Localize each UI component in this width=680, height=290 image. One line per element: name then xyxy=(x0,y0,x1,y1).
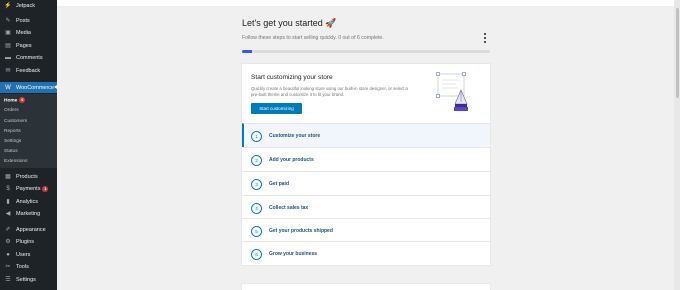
step-number: 4 xyxy=(251,202,262,214)
sidebar-item-label: Jetpack xyxy=(16,2,35,9)
plugin-icon: ⚙ xyxy=(5,238,11,245)
sidebar-item-label: Posts xyxy=(16,17,30,24)
task-item-get-paid[interactable]: 3 Get paid xyxy=(242,171,490,195)
sidebar-item-settings[interactable]: ☰ Settings xyxy=(0,274,57,285)
hero-title: Start customizing your store xyxy=(251,74,333,81)
sidebar-item-label: Appearance xyxy=(16,226,46,233)
feedback-icon: ✉ xyxy=(5,67,11,74)
start-customizing-button[interactable]: Start customizing xyxy=(251,103,302,114)
megaphone-icon: ◀ xyxy=(5,210,11,217)
secondary-card xyxy=(242,284,490,290)
page-title: Let's get you started 🚀 xyxy=(242,18,337,28)
task-label: Add your products xyxy=(269,157,314,163)
sidebar-item-jetpack[interactable]: ⚡ Jetpack xyxy=(0,0,57,11)
jetpack-icon: ⚡ xyxy=(4,2,12,9)
submenu-item-home[interactable]: Home 6 xyxy=(4,97,26,104)
submenu-item-status[interactable]: Status xyxy=(4,149,18,154)
submenu-item-customers[interactable]: Customers xyxy=(4,119,27,124)
customize-illustration-icon xyxy=(436,72,468,111)
sidebar-item-plugins[interactable]: ⚙ Plugins xyxy=(0,236,57,247)
sidebar-item-products[interactable]: ▦ Products xyxy=(0,171,57,182)
sidebar-item-label: Users xyxy=(16,251,31,258)
progress-fill xyxy=(242,50,252,53)
payments-icon: $ xyxy=(6,185,10,192)
sidebar-item-label: Marketing xyxy=(16,210,41,217)
sidebar-item-label: Pages xyxy=(16,42,32,49)
page-scrollbar[interactable] xyxy=(674,0,680,290)
step-number: 3 xyxy=(251,178,262,190)
notification-badge: 6 xyxy=(19,97,26,103)
step-number: 5 xyxy=(251,225,262,237)
sidebar-item-label: Settings xyxy=(16,276,36,283)
notification-badge: 1 xyxy=(42,185,49,192)
sidebar-item-users[interactable]: ● Users xyxy=(0,249,57,260)
sidebar-item-media[interactable]: ▣ Media xyxy=(0,27,57,38)
task-item-sales-tax[interactable]: 4 Collect sales tax xyxy=(242,195,490,219)
step-number: 1 xyxy=(251,130,262,142)
sidebar-item-appearance[interactable]: ✐ Appearance xyxy=(0,224,57,235)
progress-bar xyxy=(242,50,490,53)
sidebar-item-label: WooCommerce xyxy=(16,84,55,91)
woocommerce-icon: W xyxy=(5,84,11,91)
sidebar-item-label: Media xyxy=(16,29,31,36)
scrollbar-thumb[interactable] xyxy=(675,8,679,98)
sidebar-item-label: Comments xyxy=(16,54,43,61)
task-item-grow-business[interactable]: 6 Grow your business xyxy=(242,241,490,265)
step-number: 6 xyxy=(251,248,262,260)
sidebar-item-label: Analytics xyxy=(16,198,39,205)
box-icon: ▦ xyxy=(5,173,11,180)
task-list-card: Start customizing your store Quickly cre… xyxy=(242,64,490,265)
task-label: Grow your business xyxy=(269,251,318,257)
task-item-add-products[interactable]: 2 Add your products xyxy=(242,147,490,171)
submenu-item-label: Home xyxy=(4,98,18,104)
task-label: Get your products shipped xyxy=(269,228,333,234)
more-options-icon[interactable] xyxy=(483,33,487,43)
page-subtitle: Follow these steps to start selling quic… xyxy=(242,35,384,41)
sidebar-item-pages[interactable]: ▤ Pages xyxy=(0,40,57,51)
pin-icon: ✎ xyxy=(5,17,11,24)
task-label: Collect sales tax xyxy=(269,205,309,211)
top-header-strip xyxy=(57,0,680,6)
brush-icon: ✐ xyxy=(5,226,11,233)
sidebar-item-analytics[interactable]: ▮ Analytics xyxy=(0,196,57,207)
task-label: Get paid xyxy=(269,181,290,187)
sidebar-item-feedback[interactable]: ✉ Feedback xyxy=(0,65,57,76)
step-number: 2 xyxy=(251,154,262,166)
sidebar-item-payments[interactable]: $ Payments 1 xyxy=(0,183,57,194)
sidebar-item-label: Feedback xyxy=(16,67,41,74)
submenu-item-orders[interactable]: Orders xyxy=(4,108,19,113)
task-label: Customize your store xyxy=(269,133,321,139)
hero-description: Quickly create a beautiful looking store… xyxy=(251,86,408,97)
sidebar-item-tools[interactable]: ✂ Tools xyxy=(0,261,57,272)
media-icon: ▣ xyxy=(5,29,11,36)
sidebar-item-label: Products xyxy=(16,173,38,180)
analytics-icon: ▮ xyxy=(6,198,10,205)
settings-icon: ☰ xyxy=(5,276,11,283)
woocommerce-submenu: Home 6 Orders Customers Reports Settings … xyxy=(0,94,57,168)
sidebar-item-label: Plugins xyxy=(16,238,35,245)
sidebar-item-woocommerce[interactable]: W WooCommerce xyxy=(0,82,57,93)
sidebar-item-label: Tools xyxy=(16,263,29,270)
task-item-shipping[interactable]: 5 Get your products shipped xyxy=(242,218,490,242)
sidebar-item-comments[interactable]: ▬ Comments xyxy=(0,52,57,63)
sidebar-item-posts[interactable]: ✎ Posts xyxy=(0,15,57,26)
wrench-icon: ✂ xyxy=(5,263,11,270)
current-menu-arrow xyxy=(54,85,57,89)
sidebar-item-marketing[interactable]: ◀ Marketing xyxy=(0,208,57,219)
page-icon: ▤ xyxy=(5,42,11,49)
submenu-item-settings[interactable]: Settings xyxy=(4,139,21,144)
comment-icon: ▬ xyxy=(5,54,11,61)
submenu-item-extensions[interactable]: Extensions xyxy=(4,159,27,164)
task-item-customize[interactable]: 1 Customize your store xyxy=(242,123,490,147)
admin-sidebar: ⚡ Jetpack ✎ Posts ▣ Media ▤ Pages ▬ Comm… xyxy=(0,0,57,290)
user-icon: ● xyxy=(6,251,10,258)
sidebar-item-label: Payments xyxy=(16,185,41,192)
submenu-item-reports[interactable]: Reports xyxy=(4,129,21,134)
